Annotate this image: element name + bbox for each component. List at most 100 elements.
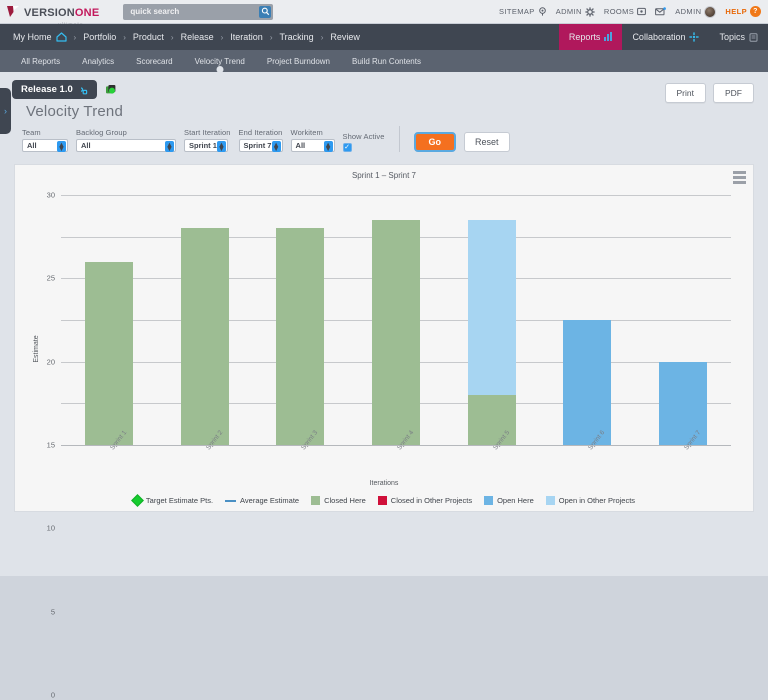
breadcrumb-label-tracking: Tracking [280,32,314,42]
filter-show-active-label: Show Active [343,132,385,141]
green-status-icon[interactable] [105,84,117,96]
versionone-logo[interactable]: VERSIONONE ultimate [0,4,99,19]
admin-settings-label: ADMIN [556,7,582,16]
release-selector[interactable]: Release 1.0 [12,80,97,99]
breadcrumb-separator: › [121,33,128,42]
topics-icon [749,33,758,42]
legend-item-average-estimate[interactable]: Average Estimate [225,496,299,505]
admin-settings-menu[interactable]: ADMIN [556,7,595,17]
pdf-button[interactable]: PDF [713,83,754,103]
user-admin-menu[interactable]: ADMIN [675,6,716,18]
rooms-menu[interactable]: ROOMS [604,7,646,16]
chart-bar[interactable] [181,228,229,445]
search-icon[interactable] [259,6,271,18]
show-active-checkbox[interactable]: ✓ [343,143,352,152]
subnav-item-build-run-contents[interactable]: Build Run Contents [341,50,432,72]
filter-team: Team All ▲▼ [22,128,68,152]
legend-item-open-other-projects[interactable]: Open in Other Projects [546,496,635,505]
breadcrumb-separator: › [169,33,176,42]
chevron-updown-icon[interactable]: ▲▼ [324,141,333,152]
breadcrumb-item-review[interactable]: Review [325,32,365,42]
page-title: Velocity Trend [26,103,123,120]
subnav-item-velocity-trend[interactable]: Velocity Trend [184,50,256,72]
hamburger-menu-icon[interactable] [733,171,746,184]
y-axis-tick: 10 [47,524,55,533]
chevron-updown-icon[interactable]: ▲▼ [272,141,281,152]
tab-reports-label: Reports [569,32,601,42]
filter-backlog-group-select[interactable]: All ▲▼ [76,139,176,152]
primary-nav: My Home › Portfolio › Product › Release … [0,24,768,50]
legend-label-average-estimate: Average Estimate [240,496,299,505]
breadcrumb-item-iteration[interactable]: Iteration [225,32,268,42]
chart-bar-column: Sprint 4 [348,195,444,445]
breadcrumb-separator: › [268,33,275,42]
chart-bar-segment[interactable] [372,220,420,445]
chart-bar-segment[interactable] [85,262,133,445]
chart-bar-segment[interactable] [468,395,516,445]
application-window: VERSIONONE ultimate SITEMAP ADMIN [0,0,768,576]
subnav-item-project-burndown[interactable]: Project Burndown [256,50,341,72]
reset-button[interactable]: Reset [464,132,510,152]
breadcrumb: My Home › Portfolio › Product › Release … [0,32,365,42]
mail-icon [655,7,666,16]
sidebar-toggle[interactable]: › [0,88,11,134]
breadcrumb-item-tracking[interactable]: Tracking [275,32,319,42]
primary-nav-tabs: Reports Collaboration Topics [559,24,768,50]
chevron-updown-icon[interactable]: ▲▼ [57,141,66,152]
help-menu[interactable]: HELP ? [725,6,761,17]
rooms-icon [637,7,646,16]
sitemap-icon [538,7,547,16]
chart-bar[interactable] [468,220,516,445]
context-row: Release 1.0 [0,72,768,99]
filter-end-iteration-label: End Iteration [239,128,283,137]
tab-topics[interactable]: Topics [709,24,768,50]
print-button[interactable]: Print [665,83,706,103]
chart-bar-segment[interactable] [276,228,324,445]
legend-item-closed-here[interactable]: Closed Here [311,496,366,505]
legend-marker-open-other-icon [546,496,555,505]
chart-bar-segment[interactable] [468,220,516,395]
subnav-item-all-reports[interactable]: All Reports [10,50,71,72]
breadcrumb-item-release[interactable]: Release [176,32,219,42]
chart-bar-column: Sprint 5 [444,195,540,445]
y-axis-tick: 20 [47,357,55,366]
go-button[interactable]: Go [414,132,457,152]
tab-reports[interactable]: Reports [559,24,623,50]
legend-item-open-here[interactable]: Open Here [484,496,534,505]
chart-bar[interactable] [276,228,324,445]
breadcrumb-item-portfolio[interactable]: Portfolio [78,32,121,42]
chart-bar[interactable] [372,220,420,445]
chart-bar[interactable] [85,262,133,445]
release-label: Release 1.0 [21,84,73,95]
breadcrumb-label-my-home: My Home [13,32,52,42]
help-icon: ? [750,6,761,17]
sub-nav: All Reports Analytics Scorecard Velocity… [0,50,768,72]
legend-label-closed-other-projects: Closed in Other Projects [391,496,472,505]
chart-bar-segment[interactable] [563,320,611,445]
legend-item-target-estimate[interactable]: Target Estimate Pts. [133,496,213,505]
logo-text-version: VERSION [24,7,75,19]
filter-team-select[interactable]: All ▲▼ [22,139,68,152]
legend-marker-closed-other-icon [378,496,387,505]
filter-end-iteration-select[interactable]: Sprint 7 ▲▼ [239,139,283,152]
filter-bar: Team All ▲▼ Backlog Group All ▲▼ Start I… [0,120,768,160]
chart-bar-segment[interactable] [181,228,229,445]
chart-xlabel: Iterations [15,480,753,487]
tab-collaboration[interactable]: Collaboration [622,24,709,50]
quick-search[interactable] [123,4,273,20]
search-input[interactable] [123,6,241,17]
logo-text-one: ONE [75,7,99,19]
subnav-item-scorecard[interactable]: Scorecard [125,50,183,72]
filter-workitem-select[interactable]: All ▲▼ [291,139,335,152]
breadcrumb-item-my-home[interactable]: My Home [8,32,72,42]
chevron-updown-icon[interactable]: ▲▼ [165,141,174,152]
chart-bar[interactable] [563,320,611,445]
report-tools: Print PDF [665,83,768,103]
filter-start-iteration-select[interactable]: Sprint 1 ▲▼ [184,139,228,152]
subnav-item-analytics[interactable]: Analytics [71,50,125,72]
breadcrumb-item-product[interactable]: Product [128,32,169,42]
mail-menu[interactable] [655,7,666,16]
sitemap-menu[interactable]: SITEMAP [499,7,547,16]
legend-item-closed-other-projects[interactable]: Closed in Other Projects [378,496,472,505]
chevron-updown-icon[interactable]: ▲▼ [217,141,226,152]
